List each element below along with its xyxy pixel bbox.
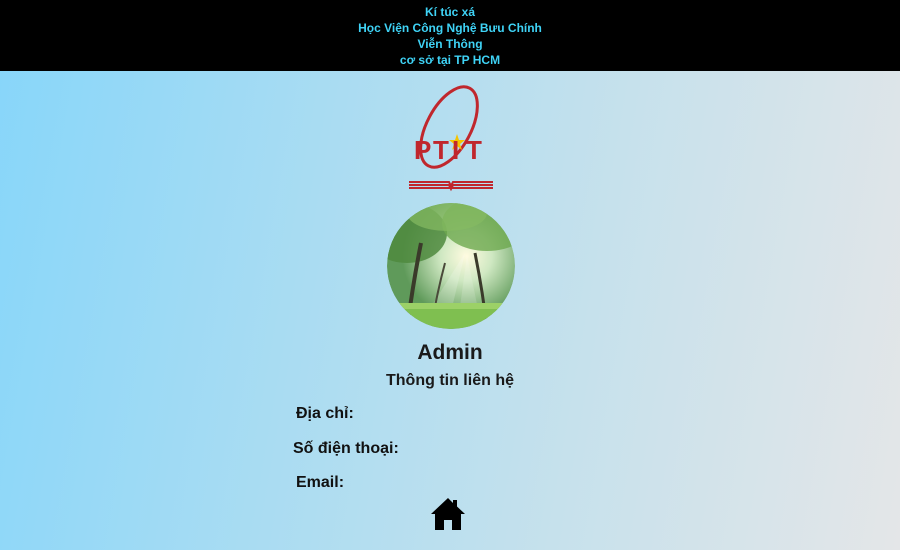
logo-letter-t: T <box>433 135 449 165</box>
header-line-4: cơ sở tại TP HCM <box>399 53 501 67</box>
logo-letter-i: I <box>452 135 459 165</box>
address-label: Địa chỉ: <box>296 405 354 422</box>
logo-letter-p: P <box>414 135 431 165</box>
phone-label: Số điện thoại: <box>293 440 399 457</box>
header-line-3: Viễn Thông <box>417 37 483 51</box>
home-icon[interactable] <box>430 496 466 532</box>
header-line-2: Học Viện Công Nghệ Bưu Chính <box>358 21 542 35</box>
header-line-1: Kí túc xá <box>424 5 475 19</box>
logo-letter-t2: T <box>466 135 482 165</box>
top-header: Kí túc xá Học Viện Công Nghệ Bưu Chính V… <box>0 0 900 71</box>
profile-name: Admin <box>417 341 483 364</box>
ptit-logo: P T I T <box>409 85 493 192</box>
contact-info-heading: Thông tin liên hệ <box>386 372 514 389</box>
avatar <box>387 203 515 329</box>
email-label: Email: <box>296 474 345 491</box>
